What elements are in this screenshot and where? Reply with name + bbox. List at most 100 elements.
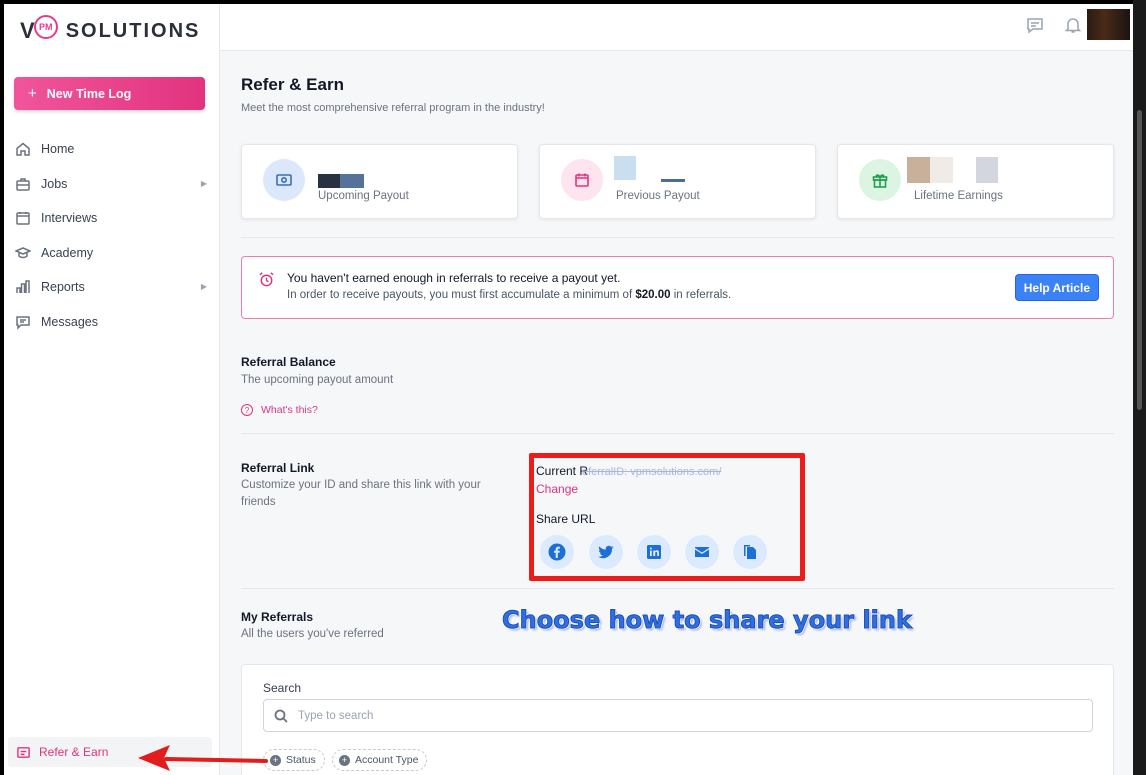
referrals-panel: Search + Status + Account Type — [241, 664, 1114, 775]
new-time-log-label: New Time Log — [46, 86, 132, 101]
card-label: Upcoming Payout — [318, 190, 409, 202]
avatar[interactable] — [1087, 9, 1130, 40]
current-id-label: Current R — [536, 464, 589, 478]
redacted-amount — [318, 174, 340, 188]
sidebar-item-jobs[interactable]: Jobs ▶ — [4, 167, 220, 202]
change-link[interactable]: Change — [536, 482, 578, 496]
redacted-amount — [976, 157, 998, 183]
home-icon — [16, 142, 30, 156]
page-title: Refer & Earn — [241, 75, 344, 94]
calendar-icon — [16, 212, 30, 225]
money-icon — [276, 174, 292, 186]
sidebar-item-label: Home — [41, 142, 75, 157]
referral-balance-subtitle: The upcoming payout amount — [241, 374, 394, 386]
redacted-amount — [907, 157, 930, 183]
share-twitter-button[interactable] — [589, 535, 623, 569]
search-label: Search — [263, 681, 302, 695]
calendar-icon-circle — [561, 159, 603, 201]
redacted-amount — [340, 174, 364, 188]
gift-card-icon — [17, 746, 30, 758]
redacted-amount — [614, 156, 636, 180]
whats-this-link[interactable]: ? What's this? — [241, 404, 318, 416]
my-referrals-subtitle: All the users you've referred — [241, 628, 384, 640]
logo[interactable]: V PM SOLUTIONS — [20, 15, 201, 44]
app-window: V PM SOLUTIONS + New Time Log Home Jobs … — [4, 4, 1133, 775]
logo-v: V — [20, 18, 36, 43]
sidebar-item-label: Refer & Earn — [39, 745, 109, 759]
graduation-cap-icon — [15, 246, 31, 258]
bar-chart-icon — [16, 280, 30, 294]
upcoming-payout-card: Upcoming Payout — [241, 144, 518, 219]
share-url-label: Share URL — [536, 512, 596, 526]
copy-icon — [744, 545, 756, 559]
lifetime-earnings-card: Lifetime Earnings — [837, 144, 1114, 219]
plus-circle-icon: + — [270, 754, 281, 766]
sidebar-item-home[interactable]: Home — [4, 132, 220, 167]
redacted-amount — [930, 157, 953, 183]
sidebar-nav: Home Jobs ▶ Interviews Academy Reports ▶ — [4, 132, 220, 339]
plus-icon: + — [28, 85, 37, 102]
chat-icon[interactable] — [1025, 15, 1045, 35]
my-referrals-title: My Referrals — [241, 610, 314, 624]
bell-icon[interactable] — [1063, 15, 1083, 35]
money-icon-circle — [263, 159, 305, 201]
search-input[interactable] — [298, 709, 1058, 722]
share-email-button[interactable] — [685, 535, 719, 569]
message-icon — [16, 316, 30, 330]
alarm-icon — [259, 272, 274, 287]
sidebar: V PM SOLUTIONS + New Time Log Home Jobs … — [4, 4, 220, 775]
help-circle-icon: ? — [241, 404, 253, 416]
sidebar-item-label: Academy — [41, 245, 94, 260]
gift-icon-circle — [859, 159, 901, 201]
card-label: Previous Payout — [616, 190, 700, 202]
sidebar-item-label: Messages — [41, 314, 98, 329]
expand-arrow-icon[interactable]: ▶ — [201, 179, 207, 188]
alert-detail-pre: In order to receive payouts, you must fi… — [287, 289, 636, 301]
sidebar-item-reports[interactable]: Reports ▶ — [4, 270, 220, 305]
sidebar-item-label: Reports — [41, 280, 85, 295]
current-referral-url: eferralID: vpmsolutions.com/ — [582, 466, 722, 478]
alert-detail: In order to receive payouts, you must fi… — [287, 289, 731, 301]
sidebar-item-academy[interactable]: Academy — [4, 236, 220, 271]
alert-detail-post: in referrals. — [670, 289, 732, 301]
share-facebook-button[interactable] — [540, 535, 574, 569]
tutorial-arrow-icon — [138, 745, 268, 771]
calendar-icon — [575, 173, 589, 187]
expand-arrow-icon[interactable]: ▶ — [201, 282, 207, 291]
tutorial-annotation: Choose how to share your link — [502, 606, 913, 635]
share-linkedin-button[interactable] — [637, 535, 671, 569]
whats-this-label: What's this? — [261, 404, 318, 416]
sidebar-item-label: Jobs — [41, 176, 68, 191]
twitter-icon — [598, 545, 614, 559]
page-subtitle: Meet the most comprehensive referral pro… — [241, 102, 545, 114]
referral-link-subtitle: Customize your ID and share this link wi… — [241, 479, 481, 508]
top-bar — [220, 4, 1133, 51]
divider — [241, 433, 1114, 434]
logo-text: SOLUTIONS — [65, 19, 201, 42]
email-icon — [695, 547, 709, 557]
card-label: Lifetime Earnings — [914, 190, 1003, 202]
previous-payout-card: Previous Payout — [539, 144, 816, 219]
new-time-log-button[interactable]: + New Time Log — [14, 77, 205, 110]
help-article-button[interactable]: Help Article — [1014, 274, 1099, 301]
filter-label: Status — [286, 754, 316, 766]
gift-icon — [872, 174, 888, 188]
sidebar-item-messages[interactable]: Messages — [4, 305, 220, 340]
divider — [241, 588, 1114, 589]
divider — [241, 237, 1114, 238]
minimum-amount: $20.00 — [635, 289, 671, 301]
scrollbar[interactable] — [1133, 0, 1146, 775]
copy-link-button[interactable] — [733, 535, 767, 569]
redacted-amount — [661, 179, 685, 182]
linkedin-icon — [647, 545, 661, 559]
account-type-filter-chip[interactable]: + Account Type — [332, 749, 428, 771]
search-icon — [274, 709, 288, 723]
scrollbar-thumb[interactable] — [1137, 110, 1142, 410]
search-field[interactable] — [263, 699, 1093, 732]
status-filter-chip[interactable]: + Status — [263, 749, 325, 771]
facebook-icon — [548, 543, 566, 561]
sidebar-item-interviews[interactable]: Interviews — [4, 201, 220, 236]
sidebar-item-label: Interviews — [41, 211, 98, 226]
alert-title: You haven't earned enough in referrals t… — [287, 271, 621, 285]
referral-balance-title: Referral Balance — [241, 355, 336, 369]
